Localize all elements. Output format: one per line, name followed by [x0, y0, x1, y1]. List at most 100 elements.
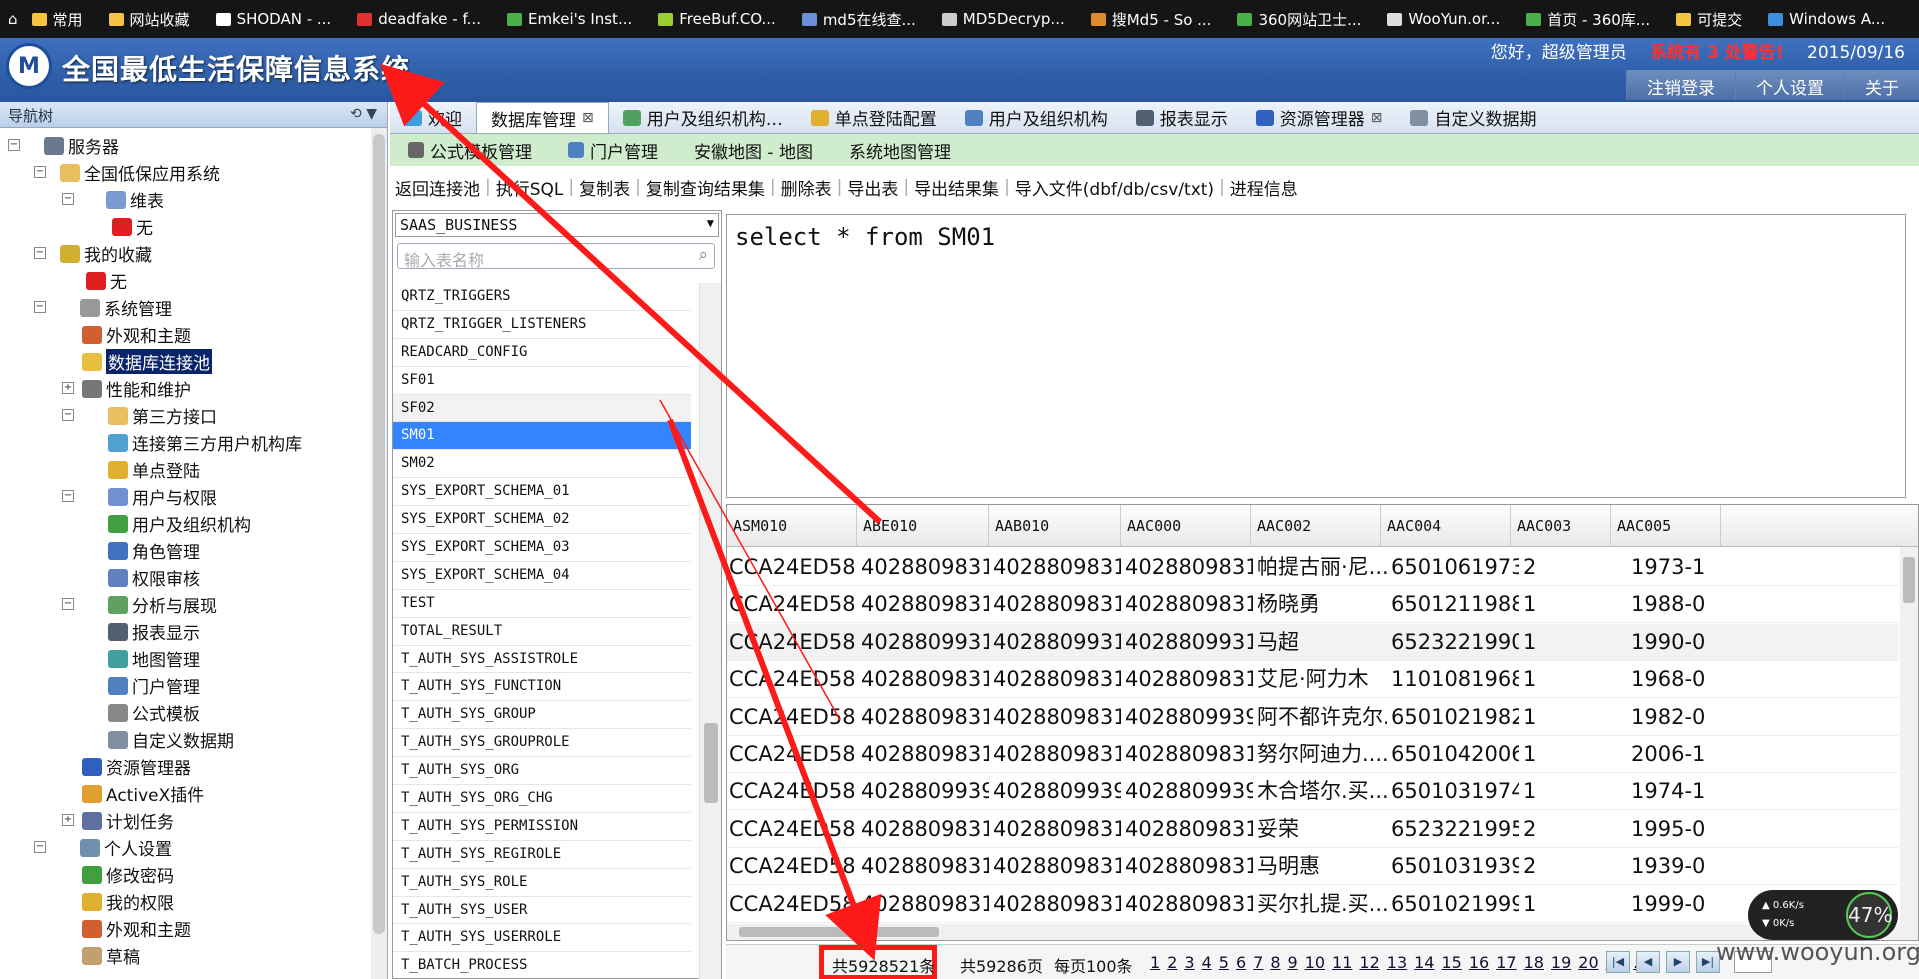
table-list-item[interactable]: T_AUTH_SYS_ASSISTROLE — [393, 646, 691, 674]
table-list-item[interactable]: QRTZ_TRIGGERS — [393, 283, 691, 311]
toolbar-button[interactable]: 导入文件(dbf/db/csv/txt) — [1010, 175, 1219, 200]
page-link[interactable]: 7 — [1253, 953, 1263, 972]
nav-node[interactable]: 数据库连接池 — [82, 348, 212, 375]
collapse-icon[interactable]: − — [62, 598, 74, 610]
collapse-icon[interactable]: − — [62, 409, 74, 421]
nav-node[interactable]: 报表显示 — [108, 618, 200, 645]
nav-node[interactable]: 公式模板 — [108, 699, 200, 726]
schema-select[interactable]: SAAS_BUSINESS ▼ — [395, 213, 719, 237]
toolbar-button[interactable]: 导出结果集 — [909, 175, 1004, 200]
table-list-item[interactable]: T_AUTH_SYS_FUNCTION — [393, 673, 691, 702]
nav-node[interactable]: 地图管理 — [108, 645, 200, 672]
nav-node[interactable]: 角色管理 — [108, 537, 200, 564]
sql-editor[interactable]: select * from SM01 — [726, 214, 1906, 498]
scroll-thumb[interactable] — [373, 134, 385, 934]
nav-node[interactable]: − 分析与展现 — [62, 591, 217, 618]
nav-node[interactable]: 门户管理 — [108, 672, 200, 699]
chevron-down-icon[interactable]: ▼ — [707, 216, 714, 230]
main-tab[interactable]: 单点登陆配置 — [797, 102, 951, 133]
nav-node[interactable]: 草稿 — [82, 942, 140, 969]
table-list-item[interactable]: T_AUTH_SYS_REGIROLE — [393, 841, 691, 869]
sub-tab[interactable]: 安徽地图 - 地图 — [676, 138, 831, 163]
grid-vertical-scrollbar[interactable] — [1900, 547, 1918, 940]
page-link[interactable]: 11 — [1332, 953, 1352, 972]
toolbar-button[interactable]: 复制查询结果集 — [641, 175, 770, 200]
table-list-item[interactable]: SYS_EXPORT_SCHEMA_02 — [393, 506, 691, 535]
page-link[interactable]: 12 — [1359, 953, 1379, 972]
nav-node[interactable]: 无 — [86, 267, 127, 294]
table-list-item[interactable]: SF02 — [393, 394, 691, 423]
bookmark-item[interactable]: SHODAN - ... — [215, 10, 331, 28]
nav-node[interactable]: 单点登陆 — [108, 456, 200, 483]
main-tab[interactable]: 报表显示 — [1122, 102, 1242, 133]
table-list-item[interactable]: T_AUTH_SYS_PERMISSION — [393, 813, 691, 841]
bookmark-item[interactable]: 首页 - 360库... — [1526, 9, 1650, 30]
about-link[interactable]: 关于 — [1844, 70, 1919, 100]
main-tab[interactable]: 自定义数据期 — [1396, 102, 1550, 133]
main-tab[interactable]: 用户及组织机构… — [609, 102, 797, 133]
collapse-icon[interactable]: − — [34, 301, 46, 313]
first-page-icon[interactable]: |◀ — [1606, 951, 1630, 973]
page-link[interactable]: 20 — [1578, 953, 1598, 972]
page-link[interactable]: 2 — [1167, 953, 1177, 972]
nav-node[interactable]: 无 — [112, 213, 153, 240]
home-icon[interactable]: ⌂ — [8, 10, 18, 28]
page-link[interactable]: 14 — [1414, 953, 1434, 972]
column-header[interactable]: AAC005 — [1611, 505, 1721, 547]
nav-tree-controls[interactable]: ⟲ ▼ — [350, 106, 377, 122]
table-list-item[interactable]: SYS_EXPORT_SCHEMA_04 — [393, 562, 691, 590]
system-warning[interactable]: 系统有 3 处警告! — [1650, 43, 1783, 63]
page-link[interactable]: 17 — [1496, 953, 1516, 972]
nav-node[interactable]: 外观和主题 — [82, 321, 191, 348]
nav-node[interactable]: − 维表 — [62, 186, 164, 213]
page-link[interactable]: 18 — [1524, 953, 1544, 972]
table-row[interactable]: CCA24ED58...4028809831...4028809831...40… — [727, 736, 1899, 773]
table-list-item[interactable]: T_AUTH_SYS_GROUPROLE — [393, 729, 691, 758]
scroll-thumb[interactable] — [704, 723, 718, 803]
table-list-item[interactable]: TOTAL_RESULT — [393, 618, 691, 646]
collapse-icon[interactable]: − — [34, 166, 46, 178]
page-link[interactable]: 10 — [1305, 953, 1325, 972]
nav-node[interactable]: − 个人设置 — [34, 834, 172, 861]
nav-node[interactable]: 权限审核 — [108, 564, 200, 591]
table-list-item[interactable]: T_AUTH_SYS_ORG_CHG — [393, 785, 691, 813]
search-icon[interactable]: ⌕ — [698, 245, 708, 265]
table-row[interactable]: CCA24ED58...4028809831...4028809831...40… — [727, 886, 1899, 923]
collapse-icon[interactable]: − — [62, 490, 74, 502]
page-link[interactable]: 4 — [1202, 953, 1212, 972]
table-list-scrollbar[interactable] — [699, 283, 721, 979]
prev-page-icon[interactable]: ◀ — [1636, 951, 1660, 973]
table-search-input[interactable]: 输入表名称 ⌕ — [397, 243, 715, 270]
collapse-icon[interactable]: − — [62, 193, 74, 205]
nav-node[interactable]: − 系统管理 — [34, 294, 172, 321]
bookmark-item[interactable]: 可提交 — [1676, 9, 1742, 30]
main-tab[interactable]: 资源管理器 ⊠ — [1242, 102, 1397, 133]
bookmark-item[interactable]: 360网站卫士... — [1237, 9, 1361, 30]
main-tab[interactable]: 欢迎 — [390, 102, 476, 133]
bookmark-item[interactable]: MD5Decryp... — [941, 10, 1065, 28]
sub-tab[interactable]: 系统地图管理 — [831, 138, 969, 163]
personal-settings-link[interactable]: 个人设置 — [1735, 70, 1844, 100]
main-tab[interactable]: 数据库管理 ⊠ — [476, 102, 609, 133]
table-list-item[interactable]: SM01 — [393, 422, 691, 451]
page-link[interactable]: 6 — [1236, 953, 1246, 972]
table-list-item[interactable]: SF01 — [393, 367, 691, 395]
collapse-icon[interactable]: − — [34, 247, 46, 259]
toolbar-button[interactable]: 执行SQL — [491, 175, 569, 200]
page-link[interactable]: 8 — [1270, 953, 1280, 972]
expand-icon[interactable]: + — [62, 814, 74, 826]
bookmark-item[interactable]: WooYun.or... — [1387, 10, 1500, 28]
bookmark-item[interactable]: 网站收藏 — [108, 9, 190, 30]
nav-node[interactable]: 连接第三方用户机构库 — [108, 429, 302, 456]
column-header[interactable]: AAC000 — [1121, 505, 1251, 547]
column-header[interactable]: AAC004 — [1381, 505, 1511, 547]
bookmark-item[interactable]: Windows A... — [1768, 10, 1885, 28]
page-link[interactable]: 3 — [1184, 953, 1194, 972]
table-list-item[interactable]: T_AUTH_SYS_ROLE — [393, 869, 691, 897]
nav-node[interactable]: 用户及组织机构 — [108, 510, 251, 537]
page-link[interactable]: 15 — [1441, 953, 1461, 972]
close-icon[interactable]: ⊠ — [582, 110, 594, 126]
table-row[interactable]: CCA24ED58...4028809831...4028809831...40… — [727, 811, 1899, 848]
table-list-item[interactable]: T_AUTH_SYS_GROUP — [393, 701, 691, 730]
nav-node[interactable]: − 第三方接口 — [62, 402, 217, 429]
